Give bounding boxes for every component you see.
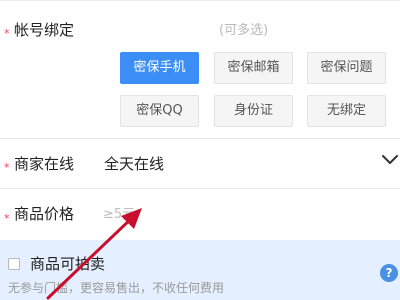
top-divider	[0, 0, 400, 1]
section-divider	[0, 188, 400, 189]
auction-checkbox-label[interactable]: 商品可拍卖	[30, 255, 105, 273]
required-marker: *	[4, 161, 10, 174]
auction-checkbox[interactable]	[8, 258, 20, 270]
price-input[interactable]	[103, 204, 303, 224]
required-marker: *	[4, 27, 10, 40]
option-id-card[interactable]: 身份证	[214, 95, 293, 127]
account-binding-label: 帐号绑定	[14, 21, 75, 39]
seller-online-value[interactable]: 全天在线	[104, 155, 164, 173]
option-security-email[interactable]: 密保邮箱	[214, 52, 293, 84]
price-label: 商品价格	[14, 205, 75, 223]
auction-description: 无参与门槛，更容易售出，不收任何费用	[8, 281, 225, 295]
multi-select-hint: (可多选)	[219, 23, 269, 38]
option-no-binding[interactable]: 无绑定	[307, 95, 386, 127]
required-marker: *	[4, 212, 10, 225]
option-security-phone[interactable]: 密保手机	[120, 52, 199, 84]
chevron-down-icon[interactable]	[381, 154, 399, 166]
option-security-qq[interactable]: 密保QQ	[120, 95, 199, 127]
option-security-question[interactable]: 密保问题	[307, 52, 386, 84]
section-divider	[0, 138, 400, 139]
question-icon[interactable]: ?	[380, 264, 398, 282]
seller-online-label: 商家在线	[14, 155, 75, 173]
